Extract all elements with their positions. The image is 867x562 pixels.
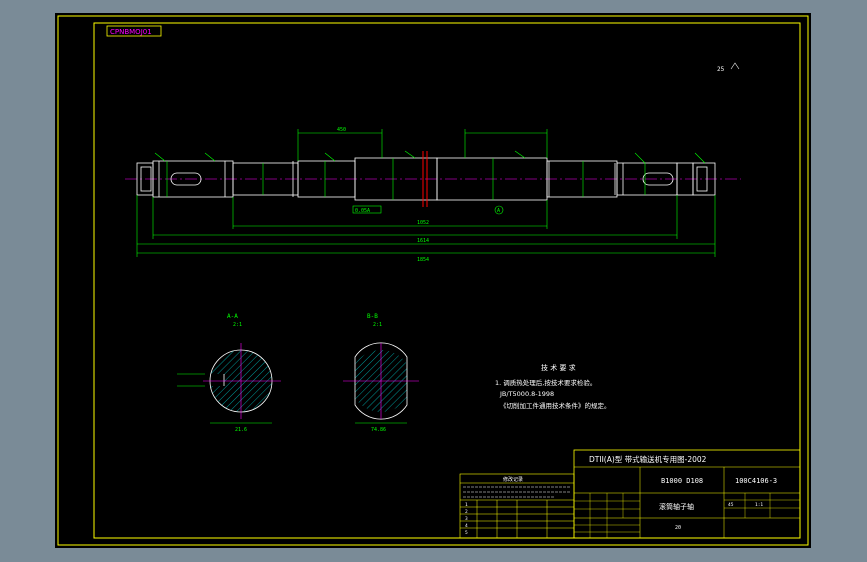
code-right: 100C4106-3 bbox=[735, 477, 777, 485]
material-1: 45 bbox=[728, 502, 734, 508]
dim-third: 1052 bbox=[417, 220, 429, 226]
sheet-small: 20 bbox=[675, 525, 681, 531]
tech-notes-title: 技 术 要 求 bbox=[541, 363, 576, 372]
drawing-canvas: CPNBMOJ01 25 1854 1614 1052 450 0.05A A … bbox=[57, 15, 809, 546]
dim-top: 450 bbox=[337, 127, 346, 133]
svg-text:2: 2 bbox=[465, 509, 468, 515]
cad-viewport[interactable]: CPNBMOJ01 25 1854 1614 1052 450 0.05A A … bbox=[55, 13, 811, 548]
title-block: DTII(A)型 带式输送机专用图-2002 B1000 D108 100C41… bbox=[573, 449, 801, 539]
file-tag: CPNBMOJ01 bbox=[110, 28, 152, 36]
datum-label: A bbox=[497, 208, 500, 214]
section-a: A-A 2:1 21.6 bbox=[177, 313, 281, 433]
roughness-note: 25 bbox=[717, 66, 725, 73]
tech-notes-line3: 《切削加工件通用技术条件》的规定。 bbox=[500, 401, 611, 410]
revision-header: 修改记录 bbox=[503, 476, 523, 483]
svg-text:4: 4 bbox=[465, 523, 468, 529]
material-2: 1:1 bbox=[755, 502, 763, 508]
tech-notes-line2: JB/T5000.8-1998 bbox=[499, 390, 554, 398]
section-b-label: B-B bbox=[367, 313, 378, 320]
dim-overall: 1854 bbox=[417, 257, 429, 263]
part-name: 滚筒轴子轴 bbox=[659, 502, 694, 511]
code-left: B1000 D108 bbox=[661, 477, 703, 485]
tolerance-text: 0.05A bbox=[355, 208, 370, 214]
svg-text:3: 3 bbox=[465, 516, 468, 522]
section-b-scale: 2:1 bbox=[373, 322, 382, 328]
section-a-dim: 21.6 bbox=[235, 427, 247, 433]
tech-notes-line1: 1. 调质热处理后,按技术要求检验。 bbox=[495, 378, 596, 387]
revision-table: 修改记录 1 2 3 4 5 bbox=[459, 473, 575, 539]
svg-text:1: 1 bbox=[465, 502, 468, 508]
tech-notes: 技 术 要 求 1. 调质热处理后,按技术要求检验。 JB/T5000.8-19… bbox=[495, 363, 611, 410]
section-b: B-B 2:1 74.86 bbox=[343, 313, 419, 433]
section-a-label: A-A bbox=[227, 313, 238, 320]
title-header: DTII(A)型 带式输送机专用图-2002 bbox=[589, 454, 707, 464]
sheet-frame bbox=[57, 15, 809, 546]
svg-text:5: 5 bbox=[465, 530, 468, 536]
section-a-scale: 2:1 bbox=[233, 322, 242, 328]
shaft-view bbox=[125, 151, 741, 207]
dim-second: 1614 bbox=[417, 238, 429, 244]
roughness-symbol bbox=[730, 62, 740, 70]
section-b-dim: 74.86 bbox=[371, 427, 386, 433]
